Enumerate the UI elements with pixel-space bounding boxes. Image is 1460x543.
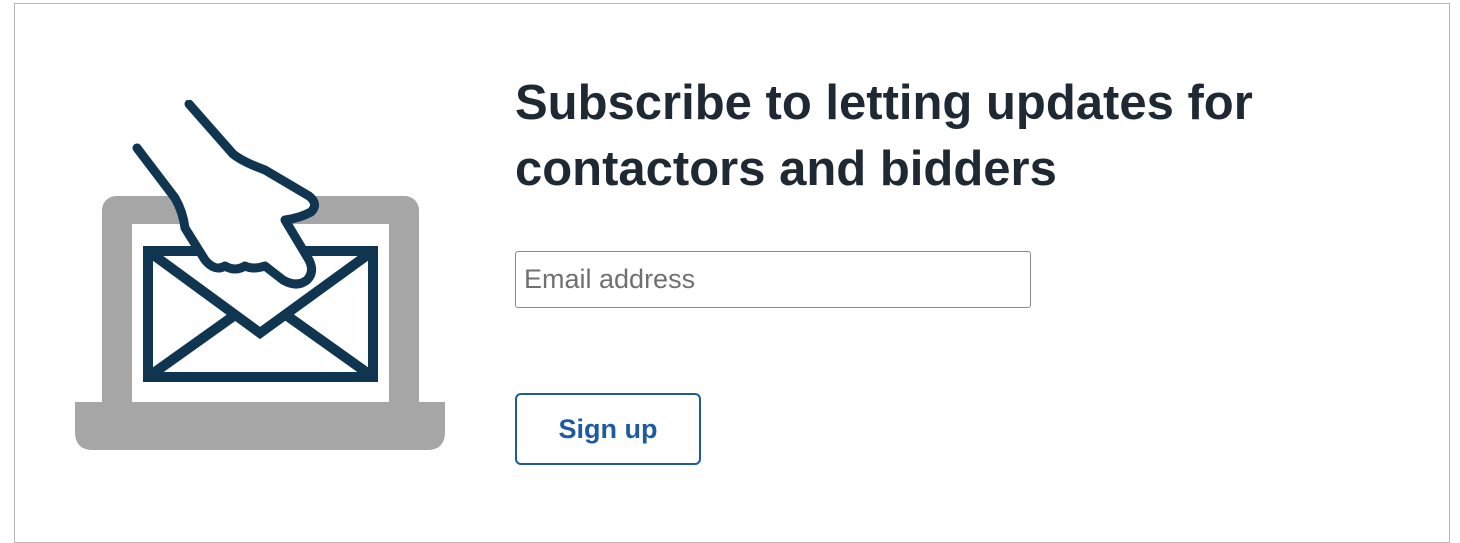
email-field[interactable] <box>515 251 1031 308</box>
page-title: Subscribe to letting updates for contact… <box>515 76 1253 196</box>
laptop-envelope-hand-icon <box>75 100 445 450</box>
signup-button[interactable]: Sign up <box>515 393 701 465</box>
laptop-base <box>75 402 445 450</box>
